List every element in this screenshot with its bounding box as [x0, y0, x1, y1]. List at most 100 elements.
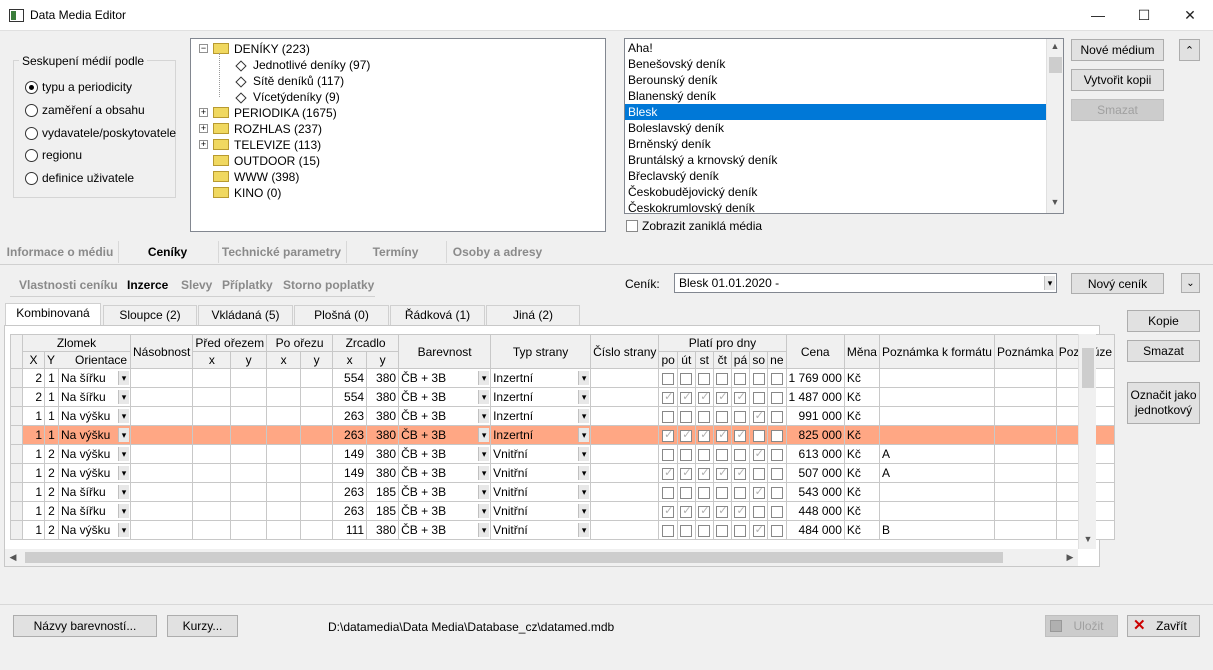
minimize-button[interactable]: — [1075, 0, 1121, 31]
day-checkbox[interactable] [734, 486, 747, 499]
cell-poznamka[interactable] [993, 463, 1057, 483]
day-checkbox[interactable] [734, 524, 747, 537]
cell-pred-y[interactable] [230, 463, 268, 483]
tree-node-7[interactable]: OUTDOOR (15) [213, 153, 320, 169]
cell-day[interactable] [658, 368, 678, 388]
table-row[interactable]: 12Na výšku 111380ČB + 3BVnitřní 484 000KčB [10, 520, 1116, 540]
cell-x[interactable]: 2 [22, 387, 45, 407]
cell-poznamka[interactable] [993, 387, 1057, 407]
cell-day[interactable] [676, 444, 696, 464]
cell-zrcadlo-y[interactable]: 185 [366, 501, 400, 521]
day-checkbox[interactable] [698, 372, 711, 385]
cell-x[interactable]: 1 [22, 444, 45, 464]
day-checkbox[interactable] [680, 372, 693, 385]
cell-cena[interactable]: 448 000 [785, 501, 845, 521]
main-tab-1[interactable]: Ceníky [118, 241, 216, 263]
cell-typ-strany[interactable]: Vnitřní [490, 482, 592, 502]
cell-orientace[interactable]: Na výšku [58, 406, 131, 426]
cell-po-y[interactable] [300, 463, 334, 483]
cell-cena[interactable]: 991 000 [785, 406, 845, 426]
row-indicator[interactable] [10, 463, 23, 483]
cell-day[interactable] [658, 482, 678, 502]
cell-cena[interactable]: 825 000 [785, 425, 845, 445]
cell-pred-y[interactable] [230, 482, 268, 502]
cell-day[interactable] [730, 425, 751, 445]
cell-cena[interactable]: 507 000 [785, 463, 845, 483]
table-row[interactable]: 21Na šířku 554380ČB + 3BInzertní 1 769 000… [10, 368, 1116, 388]
sub-tab-1[interactable]: Inzerce [127, 275, 168, 295]
cell-orientace[interactable]: Na šířku [58, 501, 131, 521]
cell-zrcadlo-x[interactable]: 554 [332, 368, 368, 388]
grouping-radio-1[interactable]: zaměření a obsahu [25, 102, 145, 118]
cell-cislo-strany[interactable] [590, 444, 660, 464]
day-checkbox[interactable] [680, 410, 693, 423]
cell-mena[interactable]: Kč [843, 482, 880, 502]
cell-po-y[interactable] [300, 406, 334, 426]
cell-y[interactable]: 2 [44, 501, 59, 521]
radio-dot[interactable] [25, 126, 38, 140]
cell-pred-x[interactable] [192, 520, 232, 540]
cell-day[interactable] [730, 520, 751, 540]
cell-pred-x[interactable] [192, 425, 232, 445]
cell-zrcadlo-y[interactable]: 185 [366, 482, 400, 502]
table-hscroll-thumb[interactable] [25, 552, 1003, 563]
cell-zrcadlo-y[interactable]: 380 [366, 520, 400, 540]
tree-expander-icon[interactable]: + [199, 140, 208, 149]
media-list-item[interactable]: Českokrumlovský deník [625, 200, 1046, 213]
cell-typ-strany[interactable]: Inzertní [490, 387, 592, 407]
day-checkbox[interactable] [716, 486, 729, 499]
cell-day[interactable] [694, 425, 714, 445]
cell-pred-y[interactable] [230, 444, 268, 464]
tree-node-9[interactable]: KINO (0) [213, 185, 281, 201]
cell-day[interactable] [658, 444, 678, 464]
cell-mena[interactable]: Kč [843, 444, 880, 464]
day-checkbox[interactable] [698, 504, 711, 518]
pricelist-select[interactable]: Blesk 01.01.2020 - [674, 273, 1057, 293]
cell-po-x[interactable] [266, 501, 302, 521]
tree-node-1[interactable]: Jednotlivé deníky (97) [235, 57, 370, 73]
cell-po-x[interactable] [266, 387, 302, 407]
cell-nasobnost[interactable] [129, 482, 194, 502]
cell-day[interactable] [767, 406, 787, 426]
cell-day[interactable] [767, 368, 787, 388]
day-checkbox[interactable] [716, 372, 729, 385]
cell-mena[interactable]: Kč [843, 406, 880, 426]
cell-poznamka[interactable] [993, 368, 1057, 388]
cell-po-y[interactable] [300, 444, 334, 464]
day-checkbox[interactable] [698, 410, 711, 423]
cell-nasobnost[interactable] [129, 425, 194, 445]
day-checkbox[interactable] [662, 410, 675, 423]
table-row[interactable]: 11Na výšku263380ČB + 3BInzertní825 000Kč [10, 425, 1116, 445]
cell-po-x[interactable] [266, 520, 302, 540]
new-medium-button[interactable]: Nové médium [1071, 39, 1164, 61]
copy-row-button[interactable]: Kopie [1127, 310, 1200, 332]
table-scroll-left-arrow[interactable]: ◀ [7, 552, 19, 563]
table-row[interactable]: 11Na výšku263380ČB + 3BInzertní991 000Kč [10, 406, 1116, 426]
media-list[interactable]: Aha! Benešovský deník Berounský deník Blane… [624, 38, 1064, 214]
cell-day[interactable] [694, 387, 714, 407]
cell-day[interactable] [749, 425, 769, 445]
day-checkbox[interactable] [752, 372, 765, 385]
cell-mena[interactable]: Kč [843, 463, 880, 483]
row-indicator[interactable] [10, 444, 23, 464]
tree-node-8[interactable]: WWW (398) [213, 169, 299, 185]
media-list-scrollbar[interactable]: ▲ ▼ [1046, 39, 1063, 213]
tree-node-2[interactable]: Sítě deníků (117) [235, 73, 344, 89]
cell-orientace[interactable]: Na výšku [58, 425, 131, 445]
cell-day[interactable] [694, 406, 714, 426]
scroll-thumb[interactable] [1049, 57, 1062, 73]
create-copy-button[interactable]: Vytvořit kopii [1071, 69, 1164, 91]
cell-day[interactable] [712, 425, 732, 445]
tree-node-0[interactable]: DENÍKY (223) [213, 41, 310, 57]
row-indicator[interactable] [10, 368, 23, 388]
cell-po-y[interactable] [300, 520, 334, 540]
day-checkbox[interactable] [716, 504, 729, 518]
day-checkbox[interactable] [662, 486, 675, 499]
media-list-item[interactable]: Českobudějovický deník [625, 184, 1046, 200]
cell-orientace[interactable]: Na výšku [58, 520, 131, 540]
cell-poznamka-format[interactable] [878, 482, 995, 502]
cell-day[interactable] [676, 425, 696, 445]
day-checkbox[interactable] [716, 390, 729, 404]
cell-zrcadlo-y[interactable]: 380 [366, 425, 400, 445]
cell-day[interactable] [767, 482, 787, 502]
